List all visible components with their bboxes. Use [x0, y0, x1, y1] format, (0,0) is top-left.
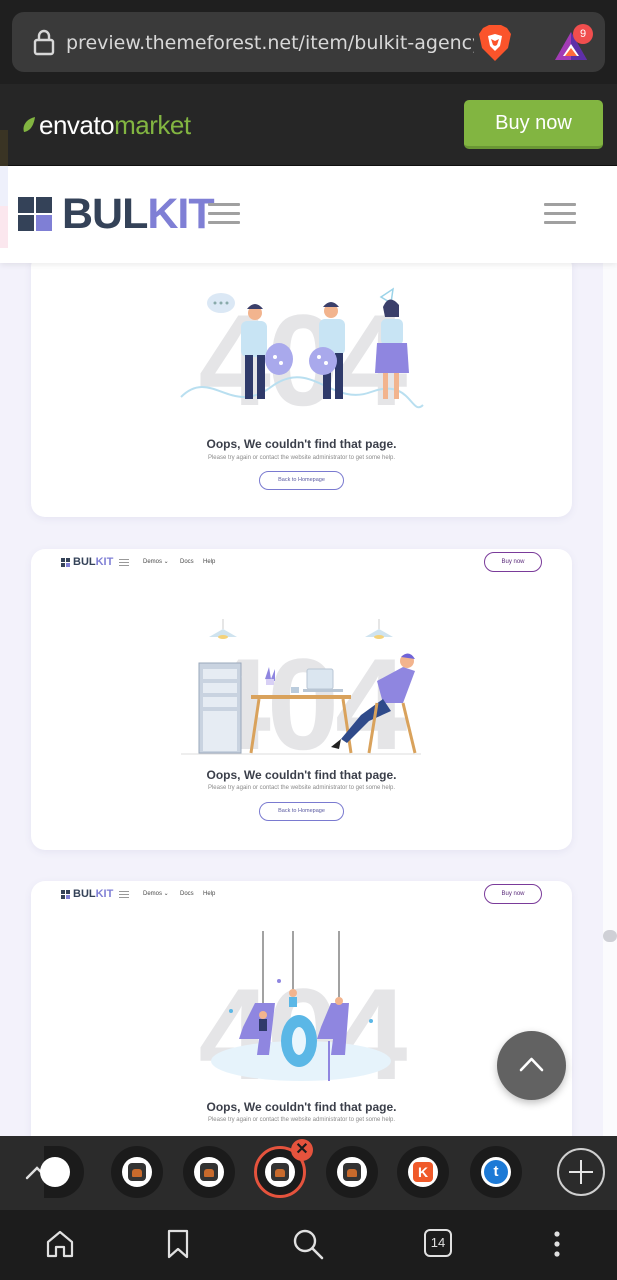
back-to-homepage-button[interactable]: Back to Homepage: [259, 802, 344, 821]
browser-tab[interactable]: [326, 1146, 378, 1198]
error-subtext: Please try again or contact the website …: [207, 785, 396, 791]
browser-tab-partial[interactable]: [40, 1146, 84, 1198]
hanging-404-illustration: [211, 931, 391, 1081]
back-to-homepage-button[interactable]: Back to Homepage: [259, 471, 344, 490]
tab-strip: ✕ K t: [0, 1136, 617, 1210]
logo-text-bul: BUL: [62, 190, 148, 238]
preview-card-2[interactable]: BULKIT Demos ⌄ Docs Help Buy now 404 Oop…: [31, 549, 572, 850]
mini-buy-button[interactable]: Buy now: [484, 552, 542, 572]
scrollbar-thumb[interactable]: [603, 930, 617, 942]
home-icon[interactable]: [44, 1228, 76, 1260]
envato-leaf-icon: [23, 117, 35, 132]
tab-favicon-icon: [343, 1163, 361, 1181]
mini-logo-kit: KIT: [95, 556, 114, 568]
mini-navbar: BULKIT Demos ⌄ Docs Help Buy now: [31, 549, 572, 577]
page-content[interactable]: 404 Oops, We couldn't find that page. Pl…: [0, 263, 617, 1136]
logo-grid-icon: [61, 890, 70, 899]
url-text[interactable]: preview.themeforest.net/item/bulkit-agen…: [66, 30, 474, 56]
mini-nav-help[interactable]: Help: [203, 558, 215, 566]
chevron-up-icon: [519, 1057, 544, 1072]
buy-now-button[interactable]: Buy now: [464, 100, 603, 149]
people-plug-illustration: [180, 287, 424, 409]
close-tab-icon[interactable]: ✕: [291, 1139, 313, 1161]
error-subtext: Please try again or contact the website …: [207, 1117, 396, 1123]
error-heading: Oops, We couldn't find that page.: [206, 1100, 397, 1114]
mini-logo-bul: BUL: [73, 888, 96, 900]
envato-bar: envato market Buy now: [0, 84, 617, 166]
mini-logo-bul: BUL: [73, 556, 96, 568]
search-icon[interactable]: [292, 1228, 324, 1260]
brave-lion-icon[interactable]: [477, 24, 513, 62]
mini-logo-kit: KIT: [95, 888, 114, 900]
address-bar[interactable]: preview.themeforest.net/item/bulkit-agen…: [12, 12, 605, 72]
mini-nav-docs[interactable]: Docs: [180, 890, 194, 898]
logo-text: BULKIT: [62, 193, 215, 236]
tab-favicon-icon: [271, 1163, 289, 1181]
error-heading: Oops, We couldn't find that page.: [206, 768, 397, 782]
new-tab-plus-icon[interactable]: [557, 1148, 605, 1196]
mini-nav-demos[interactable]: Demos ⌄: [143, 890, 169, 898]
logo-grid-icon: [61, 558, 70, 567]
mini-nav-demos[interactable]: Demos ⌄: [143, 558, 169, 566]
more-vertical-icon[interactable]: [541, 1228, 573, 1260]
browser-tab[interactable]: K: [397, 1146, 449, 1198]
scroll-to-top-button[interactable]: [497, 1031, 566, 1100]
rewards-badge: 9: [573, 24, 593, 44]
logo-grid-icon: [18, 197, 52, 231]
scrollbar-track[interactable]: [603, 263, 617, 1136]
tab-favicon-icon: [200, 1163, 218, 1181]
bookmark-icon[interactable]: [162, 1228, 194, 1260]
browser-tab[interactable]: [183, 1146, 235, 1198]
preview-card-1[interactable]: 404 Oops, We couldn't find that page. Pl…: [31, 263, 572, 517]
mini-buy-button[interactable]: Buy now: [484, 884, 542, 904]
office-desk-illustration: [181, 619, 421, 755]
envato-logo[interactable]: envato market: [22, 110, 191, 140]
error-subtext: Please try again or contact the website …: [207, 455, 396, 461]
browser-window: preview.themeforest.net/item/bulkit-agen…: [0, 0, 617, 1280]
browser-tab[interactable]: [111, 1146, 163, 1198]
mini-hamburger-icon[interactable]: [119, 891, 129, 898]
bulkit-logo[interactable]: BULKIT: [18, 193, 215, 236]
envato-logo-word1: envato: [39, 109, 115, 140]
mini-nav-docs[interactable]: Docs: [180, 558, 194, 566]
tab-favicon-icon: t: [484, 1160, 508, 1184]
error-heading: Oops, We couldn't find that page.: [206, 437, 397, 451]
edge-strip: [0, 206, 8, 248]
mini-bulkit-logo[interactable]: BULKIT: [61, 889, 113, 900]
preview-card-3[interactable]: BULKIT Demos ⌄ Docs Help Buy now 404: [31, 881, 572, 1136]
mini-nav-help[interactable]: Help: [203, 890, 215, 898]
rewards-button[interactable]: 9: [547, 24, 599, 64]
mini-navbar: BULKIT Demos ⌄ Docs Help Buy now: [31, 881, 572, 909]
menu-hamburger-icon[interactable]: [208, 203, 240, 225]
tab-favicon: [40, 1157, 70, 1187]
lock-icon[interactable]: [30, 28, 58, 56]
nav-hamburger-icon[interactable]: [544, 203, 576, 225]
envato-logo-word2: market: [114, 109, 191, 140]
tab-favicon-icon: [128, 1163, 146, 1181]
tab-favicon-icon: K: [413, 1162, 433, 1182]
site-header: BULKIT: [0, 166, 617, 263]
bottom-navigation: 14: [0, 1210, 617, 1280]
tab-count-button[interactable]: 14: [424, 1229, 452, 1257]
browser-toolbar: preview.themeforest.net/item/bulkit-agen…: [0, 0, 617, 84]
browser-tab-active[interactable]: ✕: [254, 1139, 313, 1198]
browser-tab[interactable]: t: [470, 1146, 522, 1198]
edge-strip: [0, 130, 8, 166]
mini-bulkit-logo[interactable]: BULKIT: [61, 557, 113, 568]
mini-hamburger-icon[interactable]: [119, 559, 129, 566]
edge-strip: [0, 166, 8, 206]
logo-text-kit: KIT: [147, 190, 214, 238]
